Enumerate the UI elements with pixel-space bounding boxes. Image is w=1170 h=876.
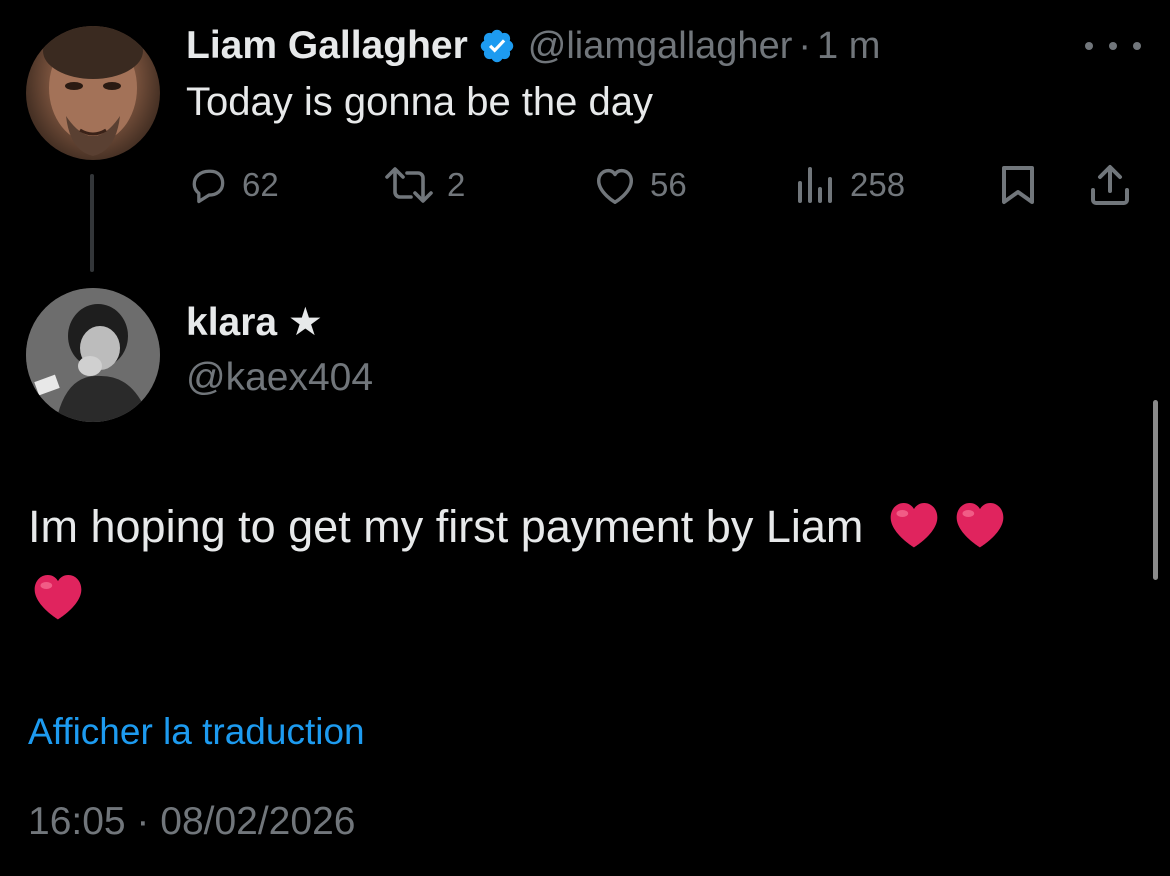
red-heart-emoji (886, 498, 942, 567)
retweet-icon (383, 163, 435, 207)
parent-tweet-text: Today is gonna be the day (186, 80, 654, 124)
like-button[interactable]: 56 (592, 160, 687, 210)
thread-connector-line (90, 174, 94, 272)
separator-dot: · (798, 24, 812, 67)
bookmark-icon (998, 163, 1038, 207)
reply-tweet-text: Im hoping to get my first payment by Lia… (28, 501, 864, 552)
more-options-icon[interactable] (1085, 34, 1141, 58)
views-count: 258 (850, 166, 906, 203)
reply-author-name[interactable]: klara ★ (186, 300, 323, 345)
reply-timestamp[interactable]: 16:05 · 08/02/2026 (28, 800, 355, 844)
verified-badge-icon (478, 27, 516, 65)
reply-tweet-body: Im hoping to get my first payment by Lia… (28, 495, 1138, 639)
parent-author-name[interactable]: Liam Gallagher (186, 24, 468, 68)
share-upload-icon (1088, 163, 1132, 207)
speech-bubble-icon (186, 163, 230, 207)
scroll-indicator[interactable] (1153, 400, 1158, 580)
klara-avatar[interactable] (26, 288, 160, 422)
red-heart-emoji (952, 498, 1008, 567)
retweet-count: 2 (447, 166, 466, 203)
show-translation-link[interactable]: Afficher la traduction (28, 711, 365, 753)
reply-button[interactable]: 62 (186, 160, 279, 210)
share-button[interactable] (1088, 160, 1132, 210)
red-heart-emoji (30, 570, 86, 639)
views-button[interactable]: 258 (796, 160, 905, 210)
parent-tweet-header: Liam Gallagher @liamgallagher · 1 m (186, 20, 880, 72)
parent-author-handle[interactable]: @liamgallagher (528, 25, 793, 68)
like-count: 56 (650, 166, 687, 203)
reply-count: 62 (242, 166, 279, 203)
bar-chart-icon (796, 163, 838, 207)
retweet-button[interactable]: 2 (383, 160, 465, 210)
bookmark-button[interactable] (998, 160, 1038, 210)
reply-author-handle[interactable]: @kaex404 (186, 356, 373, 400)
heart-outline-icon (592, 163, 638, 207)
liam-gallagher-avatar[interactable] (26, 26, 160, 160)
parent-tweet-time[interactable]: 1 m (817, 25, 880, 68)
